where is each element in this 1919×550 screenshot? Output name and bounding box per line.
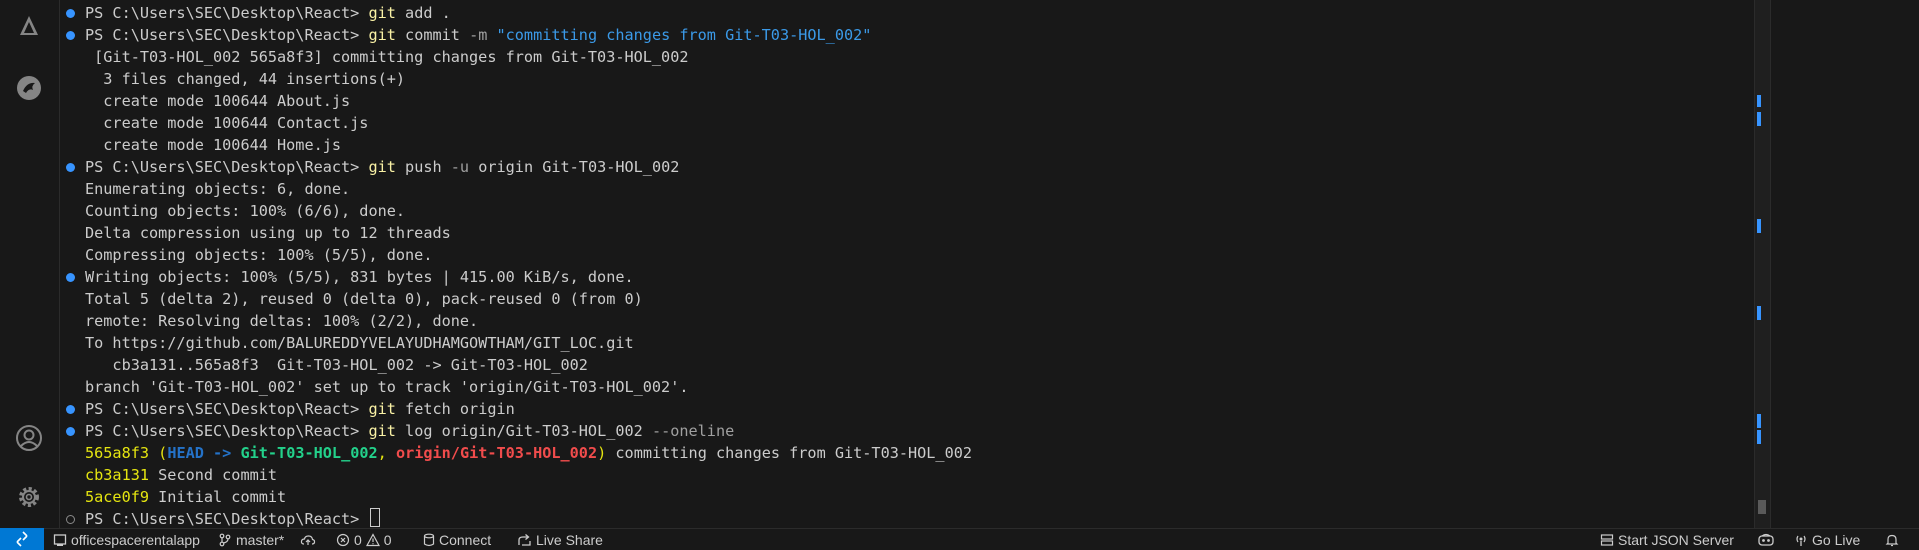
bell-icon	[1885, 534, 1899, 546]
terminal-line: PS C:\Users\SEC\Desktop\React> git commi…	[60, 24, 871, 46]
database-icon	[423, 533, 435, 546]
command-decoration-icon[interactable]	[66, 427, 75, 436]
go-live-button[interactable]: Go Live	[1794, 529, 1860, 550]
settings-gear-icon[interactable]	[14, 482, 44, 512]
terminal-line: 5ace0f9 Initial commit	[85, 488, 287, 506]
notifications-button[interactable]	[1885, 529, 1899, 550]
project-item[interactable]: officespacerentalapp	[53, 529, 200, 550]
broadcast-icon	[1796, 535, 1806, 546]
json-server-button[interactable]: Start JSON Server	[1600, 529, 1734, 550]
error-icon	[336, 533, 350, 546]
warning-icon	[365, 532, 380, 546]
terminal-scrollbar[interactable]	[1754, 0, 1770, 528]
json-server-label: Start JSON Server	[1618, 531, 1734, 548]
remote-explorer-icon[interactable]	[14, 73, 44, 103]
live-share-icon	[518, 533, 531, 546]
go-live-label: Go Live	[1812, 531, 1861, 548]
terminal-line: cb3a131 Second commit	[85, 466, 278, 484]
project-label: officespacerentalapp	[71, 531, 200, 548]
copilot-icon	[1758, 533, 1774, 546]
warning-count: 0	[383, 531, 392, 548]
sync-button[interactable]	[300, 529, 316, 550]
command-decoration-icon[interactable]	[66, 405, 75, 414]
remote-indicator-icon	[16, 531, 28, 547]
connect-label: Connect	[439, 531, 492, 548]
status-bar: officespacerentalapp master* 0 0 Connect…	[0, 528, 1919, 550]
error-count: 0	[354, 531, 362, 548]
problems-item[interactable]: 0 0	[336, 529, 392, 550]
scroll-marker	[1757, 306, 1761, 320]
branch-label: master*	[236, 531, 285, 548]
terminal-tabs-pane	[1770, 0, 1919, 528]
cloud-upload-icon	[300, 534, 316, 545]
live-share-label: Live Share	[536, 531, 603, 548]
terminal-panel[interactable]: PS C:\Users\SEC\Desktop\React> git add .…	[60, 0, 1754, 528]
terminal-line: PS C:\Users\SEC\Desktop\React> git push …	[60, 156, 679, 178]
scroll-marker	[1757, 430, 1761, 444]
terminal-input-line[interactable]: PS C:\Users\SEC\Desktop\React>	[60, 508, 381, 528]
project-icon	[53, 533, 67, 546]
command-decoration-icon[interactable]	[66, 31, 75, 40]
branch-item[interactable]: master*	[218, 529, 284, 550]
scrollbar-thumb[interactable]	[1758, 500, 1766, 514]
source-control-icon[interactable]	[14, 12, 44, 42]
terminal-line: PS C:\Users\SEC\Desktop\React> git add .	[60, 2, 451, 24]
remote-indicator-button[interactable]	[0, 528, 44, 550]
scroll-marker	[1757, 95, 1761, 107]
command-decoration-icon[interactable]	[66, 515, 75, 524]
terminal-line: PS C:\Users\SEC\Desktop\React> git fetch…	[60, 398, 515, 420]
terminal-line: Writing objects: 100% (5/5), 831 bytes |…	[60, 266, 634, 288]
command-decoration-icon[interactable]	[66, 9, 75, 18]
account-icon[interactable]	[14, 423, 44, 453]
scroll-marker	[1757, 414, 1761, 428]
terminal-line: 565a8f3 (HEAD -> Git-T03-HOL_002, origin…	[85, 444, 973, 462]
connect-button[interactable]: Connect	[423, 529, 491, 550]
command-decoration-icon[interactable]	[66, 273, 75, 282]
terminal-line: PS C:\Users\SEC\Desktop\React> git log o…	[60, 420, 734, 442]
terminal-cursor	[370, 508, 381, 527]
copilot-button[interactable]	[1757, 529, 1775, 550]
git-branch-icon	[219, 533, 231, 546]
activity-bar	[0, 0, 60, 528]
server-icon	[1600, 533, 1614, 546]
command-decoration-icon[interactable]	[66, 163, 75, 172]
live-share-button[interactable]: Live Share	[517, 529, 603, 550]
scroll-marker	[1757, 219, 1761, 233]
scroll-marker	[1757, 112, 1761, 126]
